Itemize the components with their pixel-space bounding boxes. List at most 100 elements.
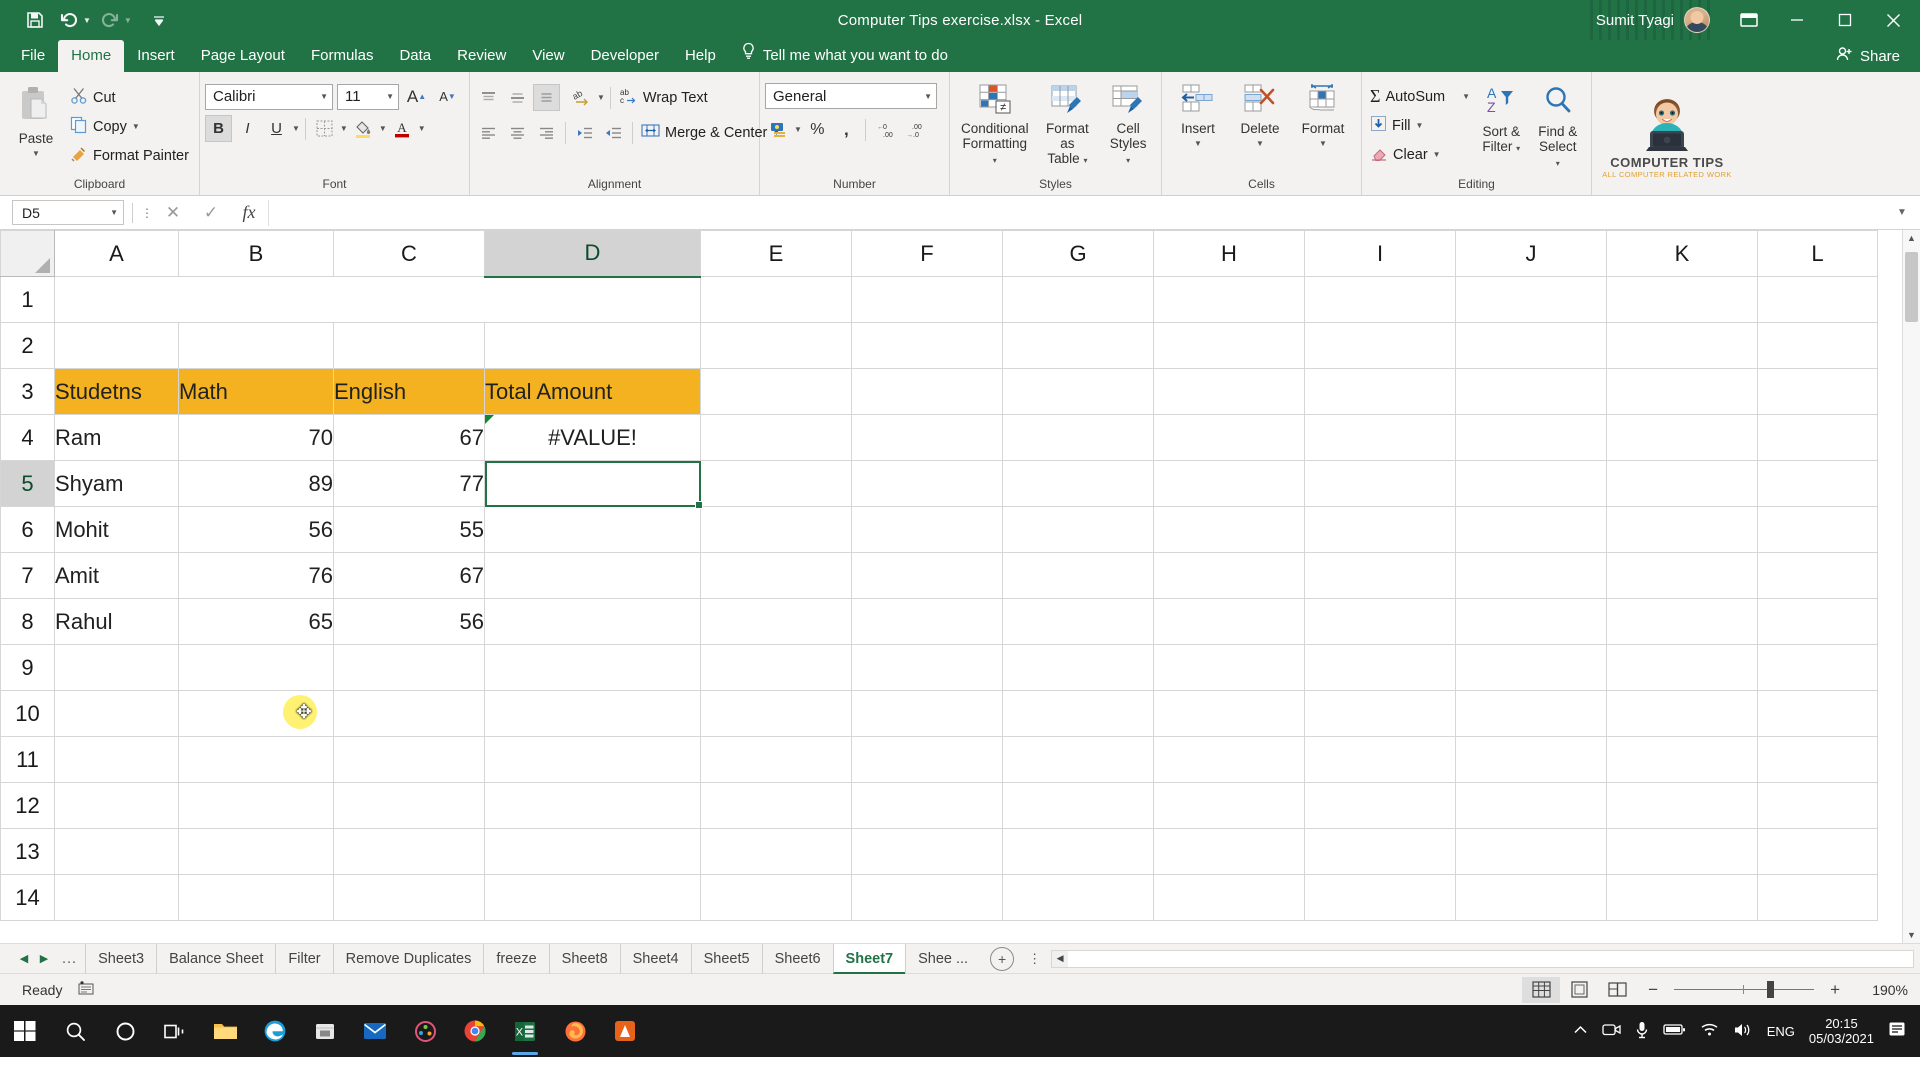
cell-a9[interactable] bbox=[54, 644, 179, 691]
cell-c9[interactable] bbox=[333, 644, 485, 691]
cell-g14[interactable] bbox=[1002, 874, 1154, 921]
column-header-e[interactable]: E bbox=[700, 230, 852, 277]
cell-e5[interactable] bbox=[700, 460, 852, 507]
cortana-icon[interactable] bbox=[100, 1005, 150, 1057]
conditional-formatting-dropdown-icon[interactable]: ▾ bbox=[993, 156, 997, 165]
cell-f8[interactable] bbox=[851, 598, 1003, 645]
cell-c3-header-english[interactable]: English bbox=[333, 368, 485, 415]
edge-icon[interactable] bbox=[250, 1005, 300, 1057]
zoom-out-button[interactable]: − bbox=[1644, 980, 1662, 1000]
task-view-icon[interactable] bbox=[150, 1005, 200, 1057]
column-header-f[interactable]: F bbox=[851, 230, 1003, 277]
decrease-indent-button[interactable] bbox=[571, 119, 598, 146]
cell-b8[interactable]: 65 bbox=[178, 598, 334, 645]
cell-h8[interactable] bbox=[1153, 598, 1305, 645]
insert-function-icon[interactable]: fx bbox=[230, 200, 268, 226]
cell-f9[interactable] bbox=[851, 644, 1003, 691]
cell-a12[interactable] bbox=[54, 782, 179, 829]
cell-j5[interactable] bbox=[1455, 460, 1607, 507]
cell-h4[interactable] bbox=[1153, 414, 1305, 461]
orientation-dropdown-icon[interactable]: ▼ bbox=[597, 93, 605, 102]
cell-h10[interactable] bbox=[1153, 690, 1305, 737]
cell-c2[interactable] bbox=[333, 322, 485, 369]
cell-l8[interactable] bbox=[1757, 598, 1878, 645]
cell-j14[interactable] bbox=[1455, 874, 1607, 921]
cell-l6[interactable] bbox=[1757, 506, 1878, 553]
cell-g3[interactable] bbox=[1002, 368, 1154, 415]
sheet-tab-sheet4[interactable]: Sheet4 bbox=[619, 943, 691, 974]
cell-i1[interactable] bbox=[1304, 276, 1456, 323]
cell-h12[interactable] bbox=[1153, 782, 1305, 829]
cell-k12[interactable] bbox=[1606, 782, 1758, 829]
cell-l10[interactable] bbox=[1757, 690, 1878, 737]
align-top-button[interactable] bbox=[475, 84, 502, 111]
cell-i6[interactable] bbox=[1304, 506, 1456, 553]
column-header-j[interactable]: J bbox=[1455, 230, 1607, 277]
font-size-select[interactable]: 11 ▼ bbox=[337, 83, 399, 110]
decrease-font-size-button[interactable]: A ▼ bbox=[434, 83, 461, 110]
cell-d9[interactable] bbox=[484, 644, 701, 691]
row-header-13[interactable]: 13 bbox=[0, 828, 55, 875]
cell-j2[interactable] bbox=[1455, 322, 1607, 369]
cell-h2[interactable] bbox=[1153, 322, 1305, 369]
underline-button[interactable]: U bbox=[263, 115, 290, 142]
tell-me-box[interactable]: Tell me what you want to do bbox=[729, 40, 960, 72]
insert-cells-button[interactable]: Insert ▼ bbox=[1167, 81, 1229, 153]
cell-d12[interactable] bbox=[484, 782, 701, 829]
cell-a6[interactable]: Mohit bbox=[54, 506, 179, 553]
undo-icon[interactable] bbox=[54, 6, 84, 34]
name-box-caret-icon[interactable]: ▼ bbox=[110, 208, 118, 217]
column-header-d[interactable]: D bbox=[484, 230, 701, 278]
delete-cells-dropdown-icon[interactable]: ▼ bbox=[1256, 136, 1264, 151]
sheet-tab-sheet7[interactable]: Sheet7 bbox=[832, 943, 906, 974]
align-left-button[interactable] bbox=[475, 119, 502, 146]
cell-g2[interactable] bbox=[1002, 322, 1154, 369]
copy-button[interactable]: Copy ▼ bbox=[67, 112, 192, 141]
cell-k1[interactable] bbox=[1606, 276, 1758, 323]
sheet-tab-balance-sheet[interactable]: Balance Sheet bbox=[156, 943, 275, 974]
fill-color-button[interactable] bbox=[350, 115, 377, 142]
cell-f4[interactable] bbox=[851, 414, 1003, 461]
formula-input[interactable] bbox=[268, 199, 1890, 226]
wifi-icon[interactable] bbox=[1700, 1022, 1719, 1040]
row-header-2[interactable]: 2 bbox=[0, 322, 55, 369]
increase-font-size-button[interactable]: A ▲ bbox=[403, 83, 430, 110]
cell-l13[interactable] bbox=[1757, 828, 1878, 875]
cell-d2[interactable] bbox=[484, 322, 701, 369]
cell-h1[interactable] bbox=[1153, 276, 1305, 323]
cell-j6[interactable] bbox=[1455, 506, 1607, 553]
cell-a1-banner[interactable]: #VALUE! error in excel bbox=[54, 276, 701, 323]
cell-f7[interactable] bbox=[851, 552, 1003, 599]
cell-h11[interactable] bbox=[1153, 736, 1305, 783]
cell-k14[interactable] bbox=[1606, 874, 1758, 921]
cell-j3[interactable] bbox=[1455, 368, 1607, 415]
fill-color-dropdown-icon[interactable]: ▼ bbox=[379, 124, 387, 133]
sheet-tab-remove-duplicates[interactable]: Remove Duplicates bbox=[332, 943, 484, 974]
cell-k7[interactable] bbox=[1606, 552, 1758, 599]
tab-home[interactable]: Home bbox=[58, 40, 125, 72]
fill-button[interactable]: Fill ▼ bbox=[1367, 111, 1473, 140]
mail-icon[interactable] bbox=[350, 1005, 400, 1057]
cell-a13[interactable] bbox=[54, 828, 179, 875]
align-middle-button[interactable] bbox=[504, 84, 531, 111]
borders-dropdown-icon[interactable]: ▼ bbox=[340, 124, 348, 133]
font-family-select[interactable]: Calibri ▼ bbox=[205, 83, 333, 110]
cell-k2[interactable] bbox=[1606, 322, 1758, 369]
cell-e4[interactable] bbox=[700, 414, 852, 461]
row-header-11[interactable]: 11 bbox=[0, 736, 55, 783]
row-header-10[interactable]: 10 bbox=[0, 690, 55, 737]
cell-k8[interactable] bbox=[1606, 598, 1758, 645]
column-header-c[interactable]: C bbox=[333, 230, 485, 277]
cell-j9[interactable] bbox=[1455, 644, 1607, 691]
cancel-edit-icon[interactable]: ✕ bbox=[154, 200, 192, 226]
notification-icon[interactable] bbox=[1888, 1021, 1908, 1042]
cell-c11[interactable] bbox=[333, 736, 485, 783]
row-header-9[interactable]: 9 bbox=[0, 644, 55, 691]
cell-k4[interactable] bbox=[1606, 414, 1758, 461]
cell-l9[interactable] bbox=[1757, 644, 1878, 691]
column-header-g[interactable]: G bbox=[1002, 230, 1154, 277]
cell-i4[interactable] bbox=[1304, 414, 1456, 461]
avatar[interactable] bbox=[1684, 7, 1710, 33]
select-all-corner[interactable] bbox=[0, 230, 55, 277]
cell-a4[interactable]: Ram bbox=[54, 414, 179, 461]
